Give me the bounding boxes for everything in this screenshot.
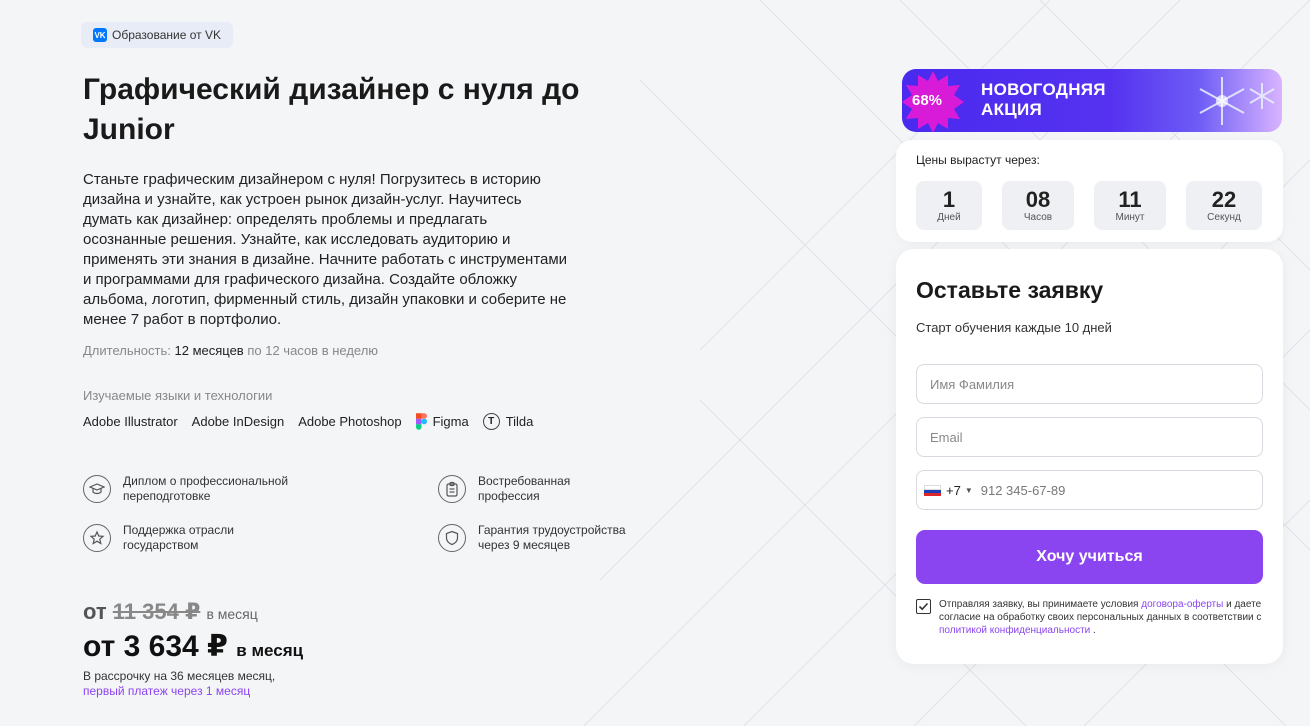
tilda-icon: T [482,413,500,430]
old-price-period: в месяц [206,606,258,622]
course-title: Графический дизайнер с нуля до Junior [83,73,580,146]
countdown-unit: Дней [937,211,961,223]
tech-list: Adobe Illustrator Adobe InDesign Adobe P… [83,413,533,430]
feature-label: Диплом о профессиональной переподготовке [123,474,289,503]
feature-label: Востребованная профессия [478,474,571,503]
duration-suffix: по 12 часов в неделю [247,343,379,358]
new-price-prefix: от [83,630,116,663]
form-subtitle: Старт обучения каждые 10 дней [916,320,1112,335]
countdown-value: 22 [1211,186,1237,212]
form-title: Оставьте заявку [916,277,1104,303]
checkmark-icon [918,602,929,611]
tech-item-label: Figma [432,414,469,429]
countdown-value: 08 [1025,186,1051,212]
installment-info: В рассрочку на 36 месяцев месяц, первый … [83,669,275,699]
tech-item-label: Adobe Photoshop [298,414,402,429]
chevron-down-icon[interactable]: ▼ [965,486,973,495]
old-price: от 11 354 ₽ в месяц [83,599,258,625]
vk-logo-icon: VK [93,28,107,42]
promo-banner[interactable]: 68% НОВОГОДНЯЯ АКЦИЯ [902,69,1282,132]
countdown-value: 11 [1118,186,1142,212]
privacy-policy-link[interactable]: политикой конфиденциальности [939,625,1090,636]
submit-button[interactable]: Хочу учиться [916,530,1263,584]
promo-title: НОВОГОДНЯЯ АКЦИЯ [981,80,1106,119]
application-form: Оставьте заявку Старт обучения каждые 10… [896,249,1283,664]
countdown-unit: Часов [1023,211,1053,223]
old-price-prefix: от [83,599,107,624]
offer-link[interactable]: договора-оферты [1141,599,1223,610]
countdown-seconds: 22 Секунд [1186,181,1262,230]
phone-country-code[interactable]: +7 [946,483,961,498]
tech-item-tilda: T Tilda [482,413,534,430]
feature-diploma: Диплом о профессиональной переподготовке [83,474,438,504]
installment-text: В рассрочку на 36 месяцев месяц, [83,669,276,683]
tech-item-label: Adobe InDesign [191,414,285,429]
course-duration: Длительность: 12 месяцев по 12 часов в н… [83,343,378,358]
old-price-value: 11 354 ₽ [112,599,201,624]
phone-field[interactable]: +7 ▼ [916,470,1263,510]
countdown-card: Цены вырастут через: 1 Дней 08 Часов 11 … [896,140,1283,242]
countdown-label: Цены вырастут через: [916,153,1040,167]
feature-label: Гарантия трудоустройства через 9 месяцев [478,523,626,552]
tech-item-illustrator: Adobe Illustrator [83,414,178,429]
countdown-minutes: 11 Минут [1094,181,1166,230]
duration-label: Длительность: [83,343,171,358]
russia-flag-icon[interactable] [924,484,941,496]
tech-item-label: Tilda [505,414,534,429]
clipboard-icon [438,475,466,503]
feature-label: Поддержка отрасли государством [123,523,234,552]
new-price-value: 3 634 [123,630,199,663]
feature-state-support: Поддержка отрасли государством [83,523,438,553]
consent-checkbox[interactable] [916,599,931,614]
new-price: от 3 634 ₽ в месяц [83,629,303,664]
new-price-currency: ₽ [207,630,228,663]
email-field[interactable] [916,417,1263,457]
graduation-cap-icon [83,475,111,503]
vk-education-badge[interactable]: VK Образование от VK [81,22,233,48]
consent-block: Отправляя заявку, вы принимаете условия … [916,598,1263,637]
snowflake-decoration-icon [1199,77,1275,125]
tech-item-indesign: Adobe InDesign [192,414,285,429]
consent-text: Отправляя заявку, вы принимаете условия … [939,599,1262,636]
tech-item-figma: Figma [415,413,469,430]
countdown-value: 1 [942,186,956,212]
installment-link[interactable]: первый платеж через 1 месяц [83,684,275,699]
promo-discount: 68% [912,92,943,109]
duration-value: 12 месяцев [174,343,244,358]
countdown-days: 1 Дней [916,181,982,230]
course-description: Станьте графическим дизайнером с нуля! П… [83,171,568,328]
feature-profession: Востребованная профессия [438,474,703,504]
star-icon [83,524,111,552]
features-grid: Диплом о профессиональной переподготовке… [83,474,703,553]
tech-title: Изучаемые языки и технологии [83,388,273,403]
countdown-hours: 08 Часов [1002,181,1074,230]
figma-icon [415,413,427,430]
countdown-unit: Секунд [1207,211,1241,223]
tech-item-label: Adobe Illustrator [83,414,178,429]
feature-job-guarantee: Гарантия трудоустройства через 9 месяцев [438,523,703,553]
new-price-period: в месяц [236,641,304,660]
tech-item-photoshop: Adobe Photoshop [298,414,401,429]
badge-label: Образование от VK [112,28,221,42]
countdown-boxes: 1 Дней 08 Часов 11 Минут 22 Секунд [916,181,1262,230]
name-field[interactable] [916,364,1263,404]
phone-input[interactable] [980,482,1231,498]
countdown-unit: Минут [1115,211,1145,223]
shield-icon [438,524,466,552]
